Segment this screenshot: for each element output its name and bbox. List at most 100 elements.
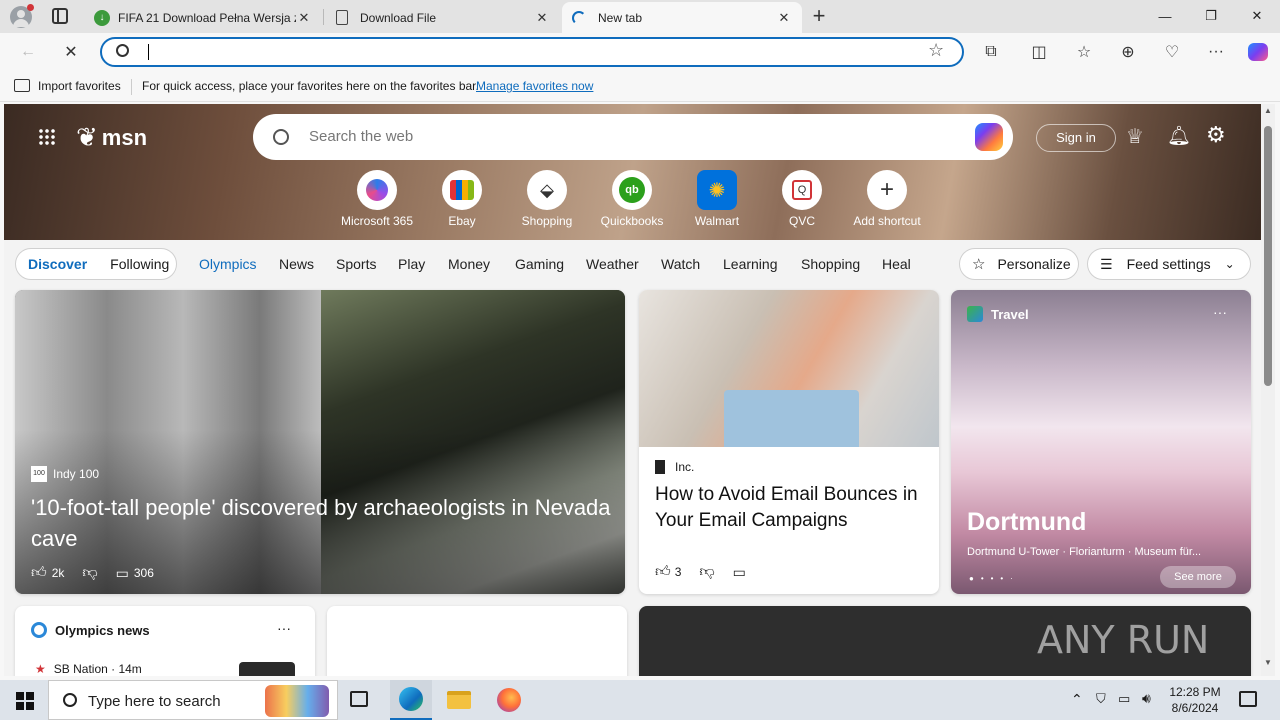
page-scrollbar[interactable]: ▲ ▼ <box>1261 104 1275 676</box>
windows-start-icon[interactable] <box>16 692 34 710</box>
file-explorer-icon[interactable] <box>447 691 471 709</box>
olympics-news-card[interactable]: Olympics news ··· ★ SB Nation · 14m <box>15 606 315 676</box>
nav-play[interactable]: Play <box>398 256 425 272</box>
nav-olympics[interactable]: Olympics <box>199 256 257 272</box>
split-screen-icon[interactable]: ◫ <box>1024 37 1054 67</box>
scroll-up-arrow-icon[interactable]: ▲ <box>1264 106 1272 115</box>
back-arrow-icon[interactable]: ← <box>13 37 43 67</box>
tray-volume-icon[interactable]: 🔊︎ <box>1142 690 1151 707</box>
see-more-button[interactable]: See more <box>1160 566 1236 588</box>
settings-gear-icon[interactable]: ⚙ <box>1206 122 1226 148</box>
sign-in-button[interactable]: Sign in <box>1036 124 1116 152</box>
inc-story-card[interactable]: Inc. How to Avoid Email Bounces in Your … <box>639 290 939 594</box>
nav-weather[interactable]: Weather <box>586 256 639 272</box>
more-options-icon[interactable]: ··· <box>1213 304 1227 320</box>
manage-favorites-link[interactable]: Manage favorites now <box>476 79 593 93</box>
notifications-bell-icon[interactable]: 🔔︎ <box>1167 124 1191 148</box>
stop-loading-icon[interactable]: ✕ <box>56 37 86 67</box>
shortcut-quickbooks[interactable]: qb Quickbooks <box>592 170 672 228</box>
tab-actions-icon[interactable] <box>52 8 68 24</box>
nav-watch[interactable]: Watch <box>661 256 700 272</box>
feed-settings-button[interactable]: ☰ Feed settings ⌄ <box>1087 248 1251 280</box>
taskbar-search-box[interactable]: Type here to search <box>48 680 338 720</box>
favorite-star-icon[interactable]: ☆ <box>928 40 944 61</box>
story-photo <box>639 290 939 447</box>
shortcut-microsoft365[interactable]: Microsoft 365 <box>337 170 417 228</box>
nav-health[interactable]: Heal <box>882 256 911 272</box>
msn-page: ❦ msn Search the web Sign in ♕ 🔔︎ ⚙ Micr… <box>4 104 1261 676</box>
shortcut-walmart[interactable]: ✺ Walmart <box>677 170 757 228</box>
web-search-input[interactable]: Search the web <box>309 128 413 145</box>
shortcut-shopping[interactable]: ⬙ Shopping <box>507 170 587 228</box>
nav-gaming[interactable]: Gaming <box>515 256 564 272</box>
close-icon[interactable]: ✕ <box>296 10 312 26</box>
main-headline[interactable]: '10-foot-tall people' discovered by arch… <box>31 492 611 554</box>
profile-avatar-icon[interactable] <box>10 4 34 28</box>
close-icon[interactable]: ✕ <box>776 10 792 26</box>
nav-news[interactable]: News <box>279 256 314 272</box>
ebay-icon <box>450 180 474 200</box>
tray-defender-icon[interactable]: ⛉ <box>1096 691 1106 707</box>
carousel-dots[interactable]: ●•••· <box>969 574 1020 583</box>
plus-icon: + <box>879 176 894 203</box>
web-search-bar[interactable]: Search the web <box>253 114 1013 160</box>
travel-city[interactable]: Dortmund <box>967 508 1086 537</box>
nav-sports[interactable]: Sports <box>336 256 376 272</box>
scroll-thumb[interactable] <box>1264 126 1272 386</box>
notifications-icon[interactable] <box>1239 691 1257 707</box>
star-edit-icon: ☆ <box>972 256 986 273</box>
tab-fifa[interactable]: ↓ FIFA 21 Download Pełna Wersja z ✕ <box>84 2 322 33</box>
shortcut-qvc[interactable]: Q QVC <box>762 170 842 228</box>
extensions-icon[interactable]: ⧉ <box>976 37 1006 67</box>
firefox-icon[interactable] <box>497 688 521 712</box>
tray-network-icon[interactable]: ▭ <box>1118 691 1130 707</box>
more-menu-icon[interactable]: ··· <box>1201 37 1231 67</box>
taskbar-clock[interactable]: 12:28 PM 8/6/2024 <box>1166 684 1224 716</box>
import-favorites-button[interactable]: Import favorites <box>38 79 121 93</box>
apps-grid-icon[interactable] <box>38 128 56 146</box>
import-favorites-icon[interactable] <box>14 79 30 92</box>
new-tab-plus-icon[interactable]: + <box>808 3 830 29</box>
video-card[interactable]: ANY RUN <box>639 606 1251 676</box>
travel-card[interactable]: Travel ··· Dortmund Dortmund U-Tower · F… <box>951 290 1251 594</box>
taskbar-search-input[interactable]: Type here to search <box>88 693 221 710</box>
personalize-button[interactable]: ☆ Personalize <box>959 248 1079 280</box>
inc-headline[interactable]: How to Avoid Email Bounces in Your Email… <box>655 482 925 534</box>
copilot-icon[interactable] <box>975 123 1003 151</box>
more-options-icon[interactable]: ··· <box>277 620 291 636</box>
thumbs-up-icon[interactable]: 👍︎ <box>655 563 671 581</box>
thumbs-up-icon[interactable]: 👍︎ <box>31 564 47 582</box>
favorites-icon[interactable]: ☆ <box>1069 37 1099 67</box>
shortcut-ebay[interactable]: Ebay <box>422 170 502 228</box>
msn-logo[interactable]: ❦ msn <box>76 122 147 153</box>
tab-strip: ↓ FIFA 21 Download Pełna Wersja z ✕ Down… <box>0 0 1280 33</box>
olympics-source-row: ★ SB Nation · 14m <box>35 662 142 676</box>
shortcut-add[interactable]: + Add shortcut <box>847 170 927 228</box>
restore-icon[interactable]: ❐ <box>1188 0 1234 32</box>
edge-taskbar-icon[interactable] <box>390 680 432 720</box>
browser-essentials-icon[interactable]: ♡ <box>1157 37 1187 67</box>
nav-money[interactable]: Money <box>448 256 490 272</box>
comment-icon[interactable]: ▭ <box>733 564 746 581</box>
rewards-icon[interactable]: ♕ <box>1126 124 1144 149</box>
window-close-icon[interactable]: ✕ <box>1234 0 1280 32</box>
tab-new-tab[interactable]: New tab ✕ <box>562 2 802 33</box>
walmart-icon: ✺ <box>708 179 726 202</box>
tab-discover[interactable]: Discover <box>28 256 87 272</box>
tab-download-file[interactable]: Download File ✕ <box>326 2 560 33</box>
collections-icon[interactable]: ⊕ <box>1113 37 1143 67</box>
thumbs-down-icon[interactable]: 👎︎ <box>699 563 714 581</box>
scroll-down-arrow-icon[interactable]: ▼ <box>1264 658 1272 667</box>
nav-shopping[interactable]: Shopping <box>801 256 860 272</box>
copilot-icon[interactable] <box>1243 37 1273 67</box>
tray-chevron-up-icon[interactable]: ⌃ <box>1071 691 1083 708</box>
tab-following[interactable]: Following <box>110 256 169 272</box>
nav-learning[interactable]: Learning <box>723 256 778 272</box>
main-story-card[interactable]: 100 Indy 100 '10-foot-tall people' disco… <box>15 290 625 594</box>
thumbs-down-icon[interactable]: 👎︎ <box>82 564 97 582</box>
task-view-icon[interactable] <box>350 691 368 707</box>
close-icon[interactable]: ✕ <box>534 10 550 26</box>
address-bar[interactable]: ☆ <box>100 37 964 67</box>
comment-icon[interactable]: ▭ <box>116 565 129 582</box>
minimize-icon[interactable]: — <box>1142 0 1188 32</box>
